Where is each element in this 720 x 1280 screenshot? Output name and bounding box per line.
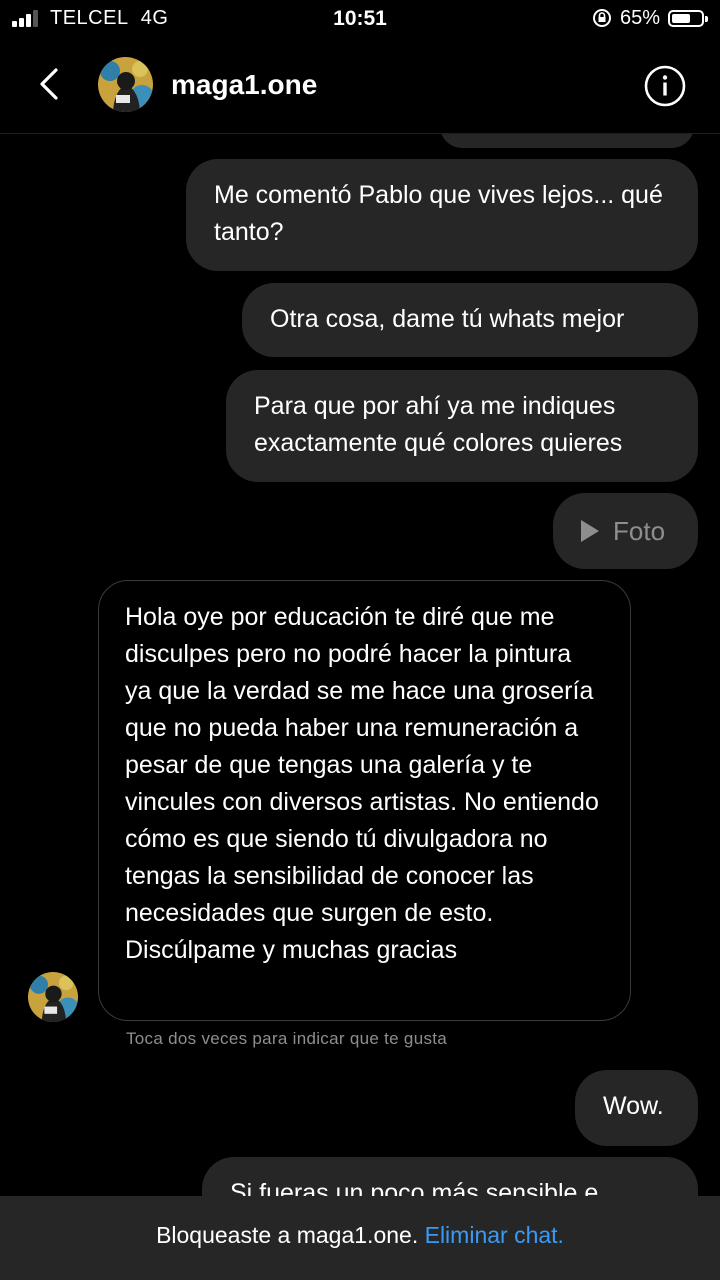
rotation-lock-icon (593, 9, 611, 27)
avatar[interactable] (98, 57, 153, 112)
status-bar: TELCEL 4G 10:51 65% (0, 0, 720, 38)
delete-chat-link[interactable]: Eliminar chat. (425, 1222, 564, 1248)
blocked-banner: Bloqueaste a maga1.one. Eliminar chat. (0, 1196, 720, 1280)
incoming-message-bubble[interactable]: Hola oye por educación te diré que me di… (98, 580, 631, 1021)
play-icon (581, 520, 599, 542)
message-bubble[interactable]: Wow. (575, 1070, 698, 1146)
message-bubble[interactable]: Para que por ahí ya me indiques exactame… (226, 370, 698, 482)
sender-avatar[interactable] (28, 972, 78, 1022)
like-hint: Toca dos veces para indicar que te gusta (126, 1029, 448, 1048)
photo-message[interactable]: Foto (553, 493, 698, 569)
chat-header: maga1.one (0, 38, 720, 134)
message-bubble[interactable]: Otra cosa, dame tú whats mejor (242, 283, 698, 357)
chevron-left-icon[interactable] (30, 62, 70, 106)
blocked-text: Bloqueaste a maga1.one. (156, 1222, 419, 1248)
chat-username[interactable]: maga1.one (171, 69, 317, 101)
clock: 10:51 (333, 7, 387, 30)
message-bubble[interactable]: Si fueras un poco más sensible e (202, 1157, 698, 1196)
message-list[interactable]: Me comentó Pablo que vives lejos... qué … (0, 134, 720, 1196)
info-icon[interactable] (643, 64, 687, 108)
message-bubble[interactable]: Me comentó Pablo que vives lejos... qué … (186, 159, 698, 271)
message-bubble-partial[interactable] (440, 134, 694, 148)
battery-percentage: 65% (620, 7, 661, 29)
battery-icon (668, 10, 708, 27)
